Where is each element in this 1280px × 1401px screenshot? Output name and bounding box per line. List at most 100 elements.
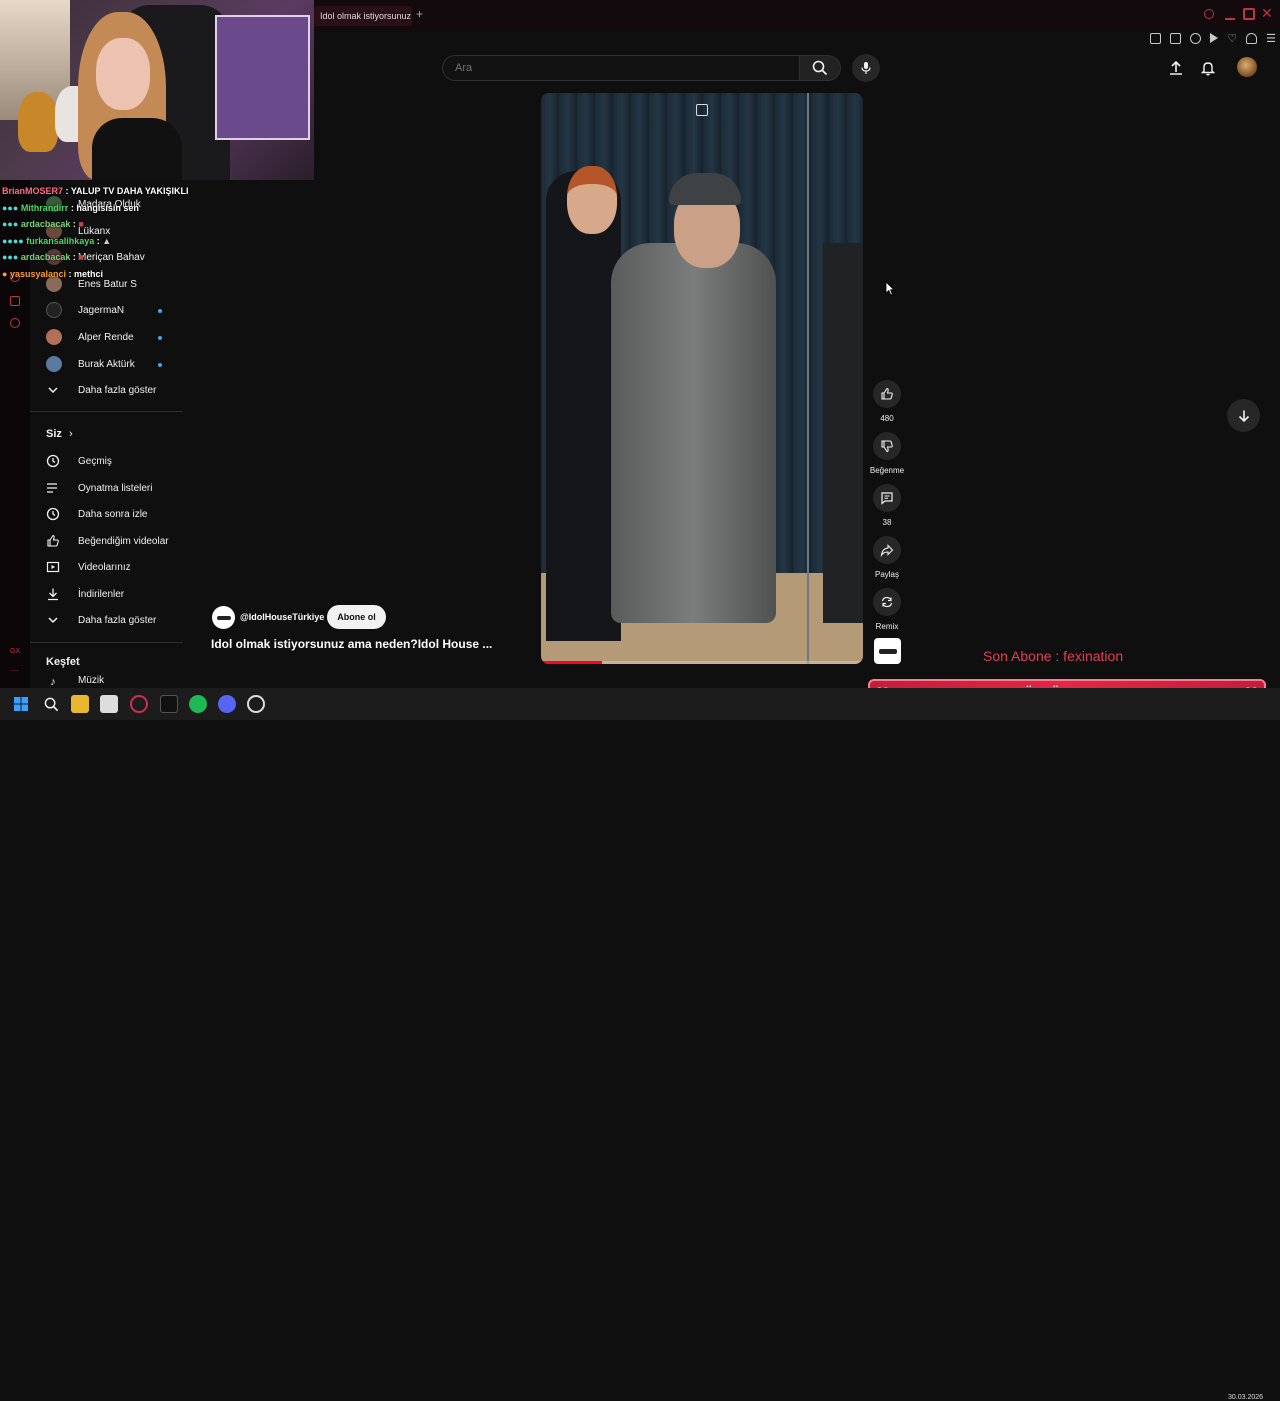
upload-icon [1170,60,1182,75]
taskbar-search[interactable] [42,695,60,713]
video-title[interactable]: Idol olmak istiyorsunuz ama neden?Idol H… [211,637,492,651]
file-explorer-icon[interactable] [71,695,89,713]
expand-icon[interactable] [696,104,708,116]
obs-icon[interactable] [160,695,178,713]
explore-heading-label: Keşfet [46,656,80,668]
channel-avatar [46,302,62,318]
windows-icon [14,697,28,711]
account-avatar[interactable] [1237,57,1257,77]
share-label: Paylaş [874,570,899,579]
chat-message: ●●●● furkansalihkaya : ▲ [2,236,112,246]
show-more-subscriptions[interactable]: Daha fazla göster [46,377,156,403]
minimize-icon[interactable] [1225,18,1235,20]
badge-icons: ● [2,269,10,279]
upload-button[interactable] [1166,58,1186,78]
sidebar-item-history[interactable]: Geçmiş [46,448,112,474]
sidebar-item-liked-videos[interactable]: Beğendiğim videolar [46,528,169,554]
next-video-button[interactable] [1227,399,1260,432]
shield-icon[interactable] [1190,32,1202,44]
video-progress-bar[interactable] [541,661,863,664]
sidebar-item-label: Beğendiğim videolar [78,535,169,547]
search-button[interactable] [799,55,841,81]
search-icon [812,60,828,76]
sidebar-item-label: İndirilenler [78,588,125,600]
share-button[interactable] [873,536,901,564]
show-more-label: Daha fazla göster [78,384,157,396]
channel-handle[interactable]: @IdolHouseTürkiye [240,612,324,622]
subscribe-button[interactable]: Abone ol [327,605,386,629]
sidebar-item-your-videos[interactable]: Videolarınız [46,554,131,580]
search-input[interactable] [443,56,799,80]
sidebar-item-label: Geçmiş [78,455,112,467]
settings-icon[interactable] [10,318,20,328]
new-tab-button[interactable]: + [416,7,423,21]
person-face [96,38,150,110]
chat-user: BrianMOSER7 [2,186,64,196]
browser-tab[interactable]: Idol olmak istiyorsunuz [314,6,412,26]
play-icon[interactable] [1210,33,1219,43]
opera-gx-icon[interactable] [130,695,148,713]
thumbs-up-icon [881,387,893,400]
heart-icon[interactable]: ♡ [1227,32,1237,45]
thumbs-up-icon [46,534,60,548]
voice-search-button[interactable] [852,54,880,82]
remix-button[interactable] [873,588,901,616]
profile-icon[interactable] [1246,32,1258,44]
app-icon[interactable] [247,695,265,713]
arrow-down-icon [1238,410,1249,422]
badge-icons: ●●● [2,203,21,213]
close-icon[interactable]: ✕ [1261,5,1273,22]
sidebar-item-label: Oynatma listeleri [78,482,153,494]
maximize-icon[interactable] [1243,8,1255,20]
remix-icon [881,596,893,608]
badge-icons: ●●● [2,252,21,262]
channel-thumbnail[interactable] [874,638,901,664]
you-heading-label: Siz [46,428,62,440]
chat-user: ardacbacak [20,252,71,262]
sidebar-item-music[interactable]: ♪ Müzik [46,675,104,689]
sidebar-item-label: Daha sonra izle [78,508,148,520]
start-button[interactable] [12,695,30,713]
sidebar-item-playlists[interactable]: Oynatma listeleri [46,475,152,501]
sidebar-item-label: Meriçan Bahav [78,251,145,263]
more-icon[interactable]: ··· [11,666,19,675]
chat-text: hangisisin sen [76,203,139,213]
chat-message: ●●● ardacbacak : ■ [2,252,84,262]
last-subscriber-text: Son Abone : fexination [983,648,1124,664]
webcam-overlay [0,0,314,180]
like-button[interactable] [873,380,901,408]
spotify-icon[interactable] [189,695,207,713]
live-indicator [158,363,162,367]
divider [30,411,183,412]
emote-icon: ■ [78,219,84,229]
history-icon [46,454,60,468]
bookmark-icon[interactable] [1150,32,1162,44]
sidebar-item-watch-later[interactable]: Daha sonra izle [46,501,147,527]
dislike-button[interactable] [873,432,901,460]
app-icon[interactable] [100,695,118,713]
person-shirt [92,118,182,180]
dislike-action: Beğenme [870,432,904,475]
twitch-icon[interactable] [10,296,20,306]
clock-icon [46,507,60,521]
comments-button[interactable] [873,484,901,512]
mirror-edge [807,93,809,664]
sidebar-subscription[interactable]: JagermaN [46,297,124,323]
sidebar-subscription[interactable]: Burak Aktürk [46,351,135,377]
channel-logo-icon [878,648,897,654]
sidebar-subscription[interactable]: Alper Rende [46,324,134,350]
notifications-button[interactable] [1198,58,1218,78]
sidebar-item-label: Videolarınız [78,561,131,573]
search-tab-icon[interactable] [1204,9,1214,19]
screenshot-icon[interactable] [1170,32,1182,44]
show-more-you[interactable]: Daha fazla göster [46,607,156,633]
shorts-video-player[interactable] [541,93,863,664]
channel-avatar[interactable] [212,606,235,629]
menu-icon[interactable]: ☰ [1266,32,1276,45]
discord-icon[interactable] [218,695,236,713]
person-right [823,243,863,623]
you-section-heading[interactable]: Siz › [46,428,73,440]
sidebar-item-downloads[interactable]: İndirilenler [46,581,124,607]
video-progress-fill [541,661,603,664]
chat-user: ardacbacak [20,219,71,229]
